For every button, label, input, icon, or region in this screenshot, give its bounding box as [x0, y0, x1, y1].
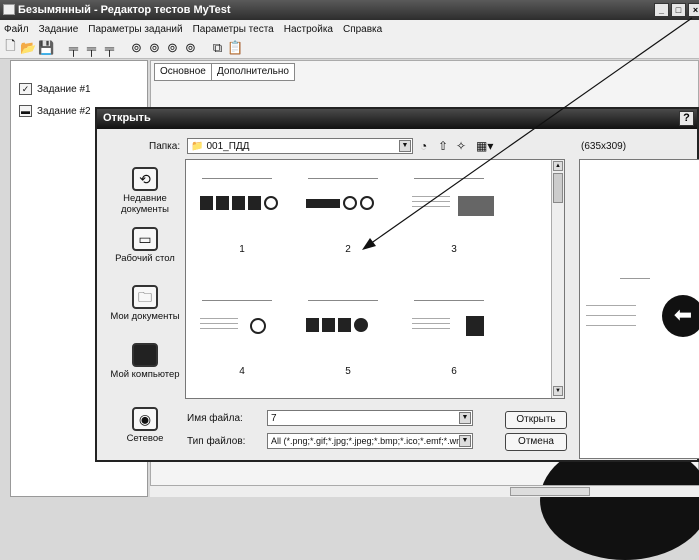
place-recent[interactable]: ⟲ Недавние документы [105, 167, 185, 215]
open-dialog: Открыть ? Папка: 📁 001_ПДД ▼ ◔ ⇧ ✧ ▦▾ (6… [95, 107, 699, 462]
place-computer[interactable]: Мой компьютер [105, 343, 185, 380]
menu-file[interactable]: Файл [4, 24, 29, 35]
scroll-up-icon[interactable]: ▲ [553, 161, 563, 171]
prev-icon[interactable]: ⊚ [147, 40, 162, 56]
last-icon[interactable]: ⊚ [183, 40, 198, 56]
checkbox-icon: ✓ [19, 83, 32, 95]
tree-item-task-1[interactable]: ✓ Задание #1 [19, 83, 91, 95]
menu-settings[interactable]: Настройка [284, 24, 333, 35]
arrow-left-icon: ⬅ [662, 295, 699, 337]
file-thumbnail[interactable]: 5 [298, 288, 398, 388]
minimize-icon[interactable]: _ [654, 3, 669, 17]
first-icon[interactable]: ⊚ [129, 40, 144, 56]
help-icon[interactable]: ? [679, 111, 694, 126]
vertical-scrollbar[interactable]: ▲ ▼ [551, 160, 564, 398]
copy-icon[interactable]: ⧉ [210, 40, 225, 56]
file-thumbnail[interactable]: 6 [404, 288, 504, 388]
insert-task-icon[interactable]: ╤ [84, 41, 99, 56]
tree-item-task-2[interactable]: ▬ Задание #2 [19, 105, 91, 117]
file-list: 1 2 3 4 5 6 ▲ ▼ [185, 159, 565, 399]
open-file-icon[interactable]: 📂 [20, 40, 36, 56]
desktop-icon: ▭ [132, 227, 158, 251]
tab-additional[interactable]: Дополнительно [211, 63, 295, 81]
place-network[interactable]: ◉ Сетевое [105, 407, 185, 444]
tree-item-label: Задание #1 [37, 83, 91, 95]
menu-bar: Файл Задание Параметры заданий Параметры… [0, 20, 699, 38]
filetype-label: Тип файлов: [187, 436, 246, 447]
close-icon[interactable]: × [688, 3, 699, 17]
network-icon: ◉ [132, 407, 158, 431]
preview-size: (635x309) [581, 141, 627, 152]
folder-value: 001_ПДД [206, 140, 250, 152]
file-name: 6 [451, 366, 457, 377]
folder-icon: 📁 [191, 140, 204, 152]
chevron-down-icon[interactable]: ▼ [459, 435, 471, 447]
file-name: 2 [345, 244, 351, 255]
up-folder-icon[interactable]: ⇧ [438, 139, 448, 153]
scroll-down-icon[interactable]: ▼ [553, 386, 563, 396]
dialog-title-bar: Открыть ? [97, 109, 697, 129]
file-name: 3 [451, 244, 457, 255]
task-icon: ▬ [19, 105, 32, 117]
filename-input[interactable]: 7 ▼ [267, 410, 473, 426]
scroll-thumb[interactable] [510, 487, 590, 496]
view-menu-icon[interactable]: ▦▾ [476, 139, 493, 153]
image-preview: ⬅ [579, 159, 699, 459]
chevron-down-icon[interactable]: ▼ [399, 140, 411, 152]
menu-help[interactable]: Справка [343, 24, 382, 35]
toolbar: 🗋 📂 💾 ╤ ╤ ╤ ⊚ ⊚ ⊚ ⊚ ⧉ 📋 [0, 38, 699, 59]
dialog-title: Открыть [103, 112, 151, 124]
file-thumbnail[interactable]: 2 [298, 166, 398, 266]
place-desktop[interactable]: ▭ Рабочий стол [105, 227, 185, 264]
file-thumbnail[interactable]: 3 [404, 166, 504, 266]
filetype-select[interactable]: All (*.png;*.gif;*.jpg;*.jpeg;*.bmp;*.ic… [267, 433, 473, 449]
place-documents[interactable]: 🗀 Мои документы [105, 285, 185, 322]
horizontal-scrollbar[interactable] [150, 485, 699, 497]
app-icon [3, 4, 15, 15]
paste-icon[interactable]: 📋 [227, 40, 243, 56]
window-title: Безымянный - Редактор тестов MyTest [18, 4, 231, 16]
chevron-down-icon[interactable]: ▼ [459, 412, 471, 424]
file-thumbnail[interactable]: 1 [192, 166, 292, 266]
file-thumbnail[interactable]: 4 [192, 288, 292, 388]
recent-icon: ⟲ [132, 167, 158, 191]
menu-task-params[interactable]: Параметры заданий [88, 24, 182, 35]
file-name: 5 [345, 366, 351, 377]
maximize-icon[interactable]: □ [671, 3, 686, 17]
scroll-thumb[interactable] [553, 173, 563, 203]
documents-icon: 🗀 [132, 285, 158, 309]
tree-item-label: Задание #2 [37, 105, 91, 117]
back-icon[interactable]: ◔ [420, 139, 427, 153]
save-icon[interactable]: 💾 [38, 40, 54, 56]
menu-test-params[interactable]: Параметры теста [193, 24, 274, 35]
computer-icon [132, 343, 158, 367]
filename-label: Имя файла: [187, 413, 243, 424]
add-task-icon[interactable]: ╤ [66, 41, 81, 56]
file-name: 1 [239, 244, 245, 255]
cancel-button[interactable]: Отмена [505, 433, 567, 451]
folder-label: Папка: [149, 141, 181, 152]
file-name: 4 [239, 366, 245, 377]
delete-task-icon[interactable]: ╤ [102, 41, 117, 56]
new-folder-icon[interactable]: ✧ [456, 139, 466, 153]
tab-main[interactable]: Основное [154, 63, 212, 81]
menu-task[interactable]: Задание [39, 24, 79, 35]
new-file-icon[interactable]: 🗋 [3, 38, 18, 56]
folder-select[interactable]: 📁 001_ПДД ▼ [187, 138, 413, 154]
window-title-bar: Безымянный - Редактор тестов MyTest _ □ … [0, 0, 699, 20]
open-button[interactable]: Открыть [505, 411, 567, 429]
next-icon[interactable]: ⊚ [165, 40, 180, 56]
